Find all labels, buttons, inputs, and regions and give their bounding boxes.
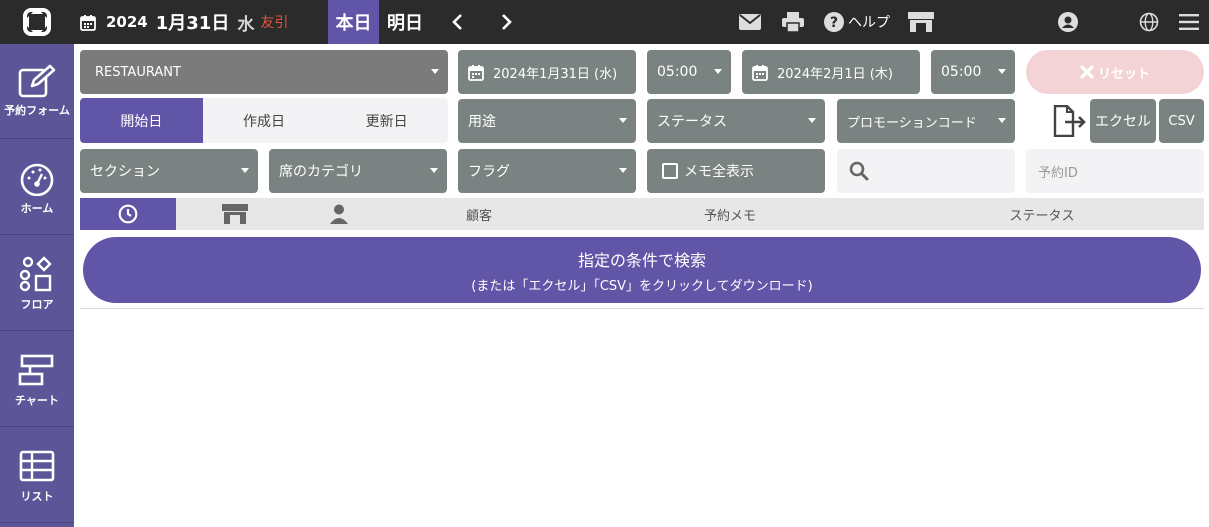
store-icon[interactable] <box>907 0 935 44</box>
floor-shapes-icon <box>19 256 52 292</box>
today-button[interactable]: 本日 <box>328 0 379 44</box>
prev-day-chevron-left-icon[interactable] <box>442 0 472 44</box>
export-file-icon <box>1050 99 1088 143</box>
seat-category-placeholder: 席のカテゴリ <box>279 164 363 180</box>
chevron-down-icon <box>808 118 816 123</box>
chevron-down-icon <box>619 118 627 123</box>
rokuyo-label: 友引 <box>260 15 289 31</box>
sidebar-item-reservation-form[interactable]: 予約フォーム <box>0 44 74 139</box>
reservation-memo-column-header[interactable]: 予約メモ <box>690 198 770 230</box>
sidebar-item-label: リスト <box>20 490 54 503</box>
status-select[interactable]: ステータス <box>647 99 825 143</box>
tab-updated-date[interactable]: 更新日 <box>325 98 448 143</box>
chevron-down-icon <box>714 69 722 74</box>
purpose-placeholder: 用途 <box>468 114 496 130</box>
top-bar: 2024 1月31日 水 友引 本日 明日 ? ヘルプ <box>0 0 1209 44</box>
venue-select-value: RESTAURANT <box>95 64 181 80</box>
section-placeholder: セクション <box>90 164 160 180</box>
search-button-sublabel: (または「エクセル」「CSV」をクリックしてダウンロード) <box>471 278 813 294</box>
sidebar-item-home[interactable]: ホーム <box>0 140 74 235</box>
reset-button[interactable]: リセット <box>1026 50 1204 94</box>
calendar-icon <box>752 64 768 81</box>
csv-export-button[interactable]: CSV <box>1159 99 1204 143</box>
promo-code-select[interactable]: プロモーションコード <box>837 99 1015 143</box>
seat-category-select[interactable]: 席のカテゴリ <box>269 149 447 193</box>
customer-column-header[interactable]: 顧客 <box>450 198 508 230</box>
sidebar-item-label: フロア <box>20 298 54 311</box>
calendar-icon <box>468 64 484 81</box>
divider <box>80 308 1204 309</box>
chevron-down-icon <box>619 168 627 173</box>
sidebar: 予約フォーム ホーム フロア チャート リスト <box>0 44 74 527</box>
sidebar-item-label: 予約フォーム <box>4 104 70 117</box>
start-date-picker[interactable]: 2024年1月31日 (水) <box>458 50 636 94</box>
start-date-value: 2024年1月31日 (水) <box>493 66 618 82</box>
next-day-chevron-right-icon[interactable] <box>492 0 522 44</box>
edit-icon <box>18 64 56 98</box>
current-weekday: 水 <box>237 14 255 35</box>
print-icon[interactable] <box>780 0 806 44</box>
chart-blocks-icon <box>18 354 54 386</box>
list-table-icon <box>19 450 55 482</box>
current-month-day: 1月31日 <box>155 13 230 34</box>
venue-select[interactable]: RESTAURANT <box>80 50 448 94</box>
search-icon <box>849 161 869 181</box>
sidebar-item-label: ホーム <box>20 202 54 215</box>
status-column-header[interactable]: ステータス <box>1000 198 1084 230</box>
app-logo-icon[interactable] <box>0 0 74 44</box>
sidebar-item-list[interactable]: リスト <box>0 428 74 523</box>
search-button-label: 指定の条件で検索 <box>577 250 706 270</box>
store-column-icon[interactable] <box>218 198 252 230</box>
person-column-icon[interactable] <box>326 198 352 230</box>
flag-placeholder: フラグ <box>468 164 510 180</box>
sidebar-item-label: チャート <box>15 394 59 407</box>
menu-hamburger-icon[interactable] <box>1178 0 1200 44</box>
search-by-conditions-button[interactable]: 指定の条件で検索 (または「エクセル」「CSV」をクリックしてダウンロード) <box>83 237 1201 303</box>
sidebar-item-floor[interactable]: フロア <box>0 236 74 331</box>
reservation-id-input[interactable]: 予約ID <box>1026 149 1204 193</box>
chevron-down-icon <box>998 118 1006 123</box>
tab-start-date[interactable]: 開始日 <box>80 98 203 143</box>
mail-icon[interactable] <box>738 0 762 44</box>
tab-created-date[interactable]: 作成日 <box>203 98 326 143</box>
end-time-select[interactable]: 05:00 <box>931 50 1015 94</box>
start-time-value: 05:00 <box>657 64 698 80</box>
close-x-icon <box>1080 65 1094 79</box>
chevron-down-icon <box>241 168 249 173</box>
reset-label: リセット <box>1097 66 1150 82</box>
tomorrow-button[interactable]: 明日 <box>381 0 429 44</box>
reservation-id-placeholder: 予約ID <box>1038 165 1078 181</box>
language-globe-icon[interactable] <box>1138 0 1160 44</box>
excel-export-button[interactable]: エクセル <box>1090 99 1156 143</box>
svg-text:?: ? <box>830 15 838 31</box>
end-date-picker[interactable]: 2024年2月1日 (木) <box>742 50 920 94</box>
purpose-select[interactable]: 用途 <box>458 99 636 143</box>
user-account-icon[interactable] <box>1057 0 1079 44</box>
end-time-value: 05:00 <box>941 64 982 80</box>
table-header-row: 顧客 予約メモ ステータス <box>80 198 1204 230</box>
help-button[interactable]: ? ヘルプ <box>824 0 890 44</box>
status-placeholder: ステータス <box>657 114 727 130</box>
chevron-down-icon <box>430 168 438 173</box>
chevron-down-icon <box>998 69 1006 74</box>
memo-all-checkbox[interactable]: メモ全表示 <box>647 149 825 193</box>
calendar-icon <box>80 14 96 31</box>
start-time-select[interactable]: 05:00 <box>647 50 731 94</box>
date-type-segmented-control: 開始日 作成日 更新日 <box>80 98 448 143</box>
memo-all-label: メモ全表示 <box>684 164 754 180</box>
chevron-down-icon <box>431 69 439 74</box>
sort-time-clock-icon[interactable] <box>80 198 176 230</box>
help-label: ヘルプ <box>848 15 890 31</box>
current-year: 2024 <box>106 13 148 31</box>
keyword-search-input[interactable] <box>837 149 1015 193</box>
promo-placeholder: プロモーションコード <box>847 115 977 131</box>
checkbox-square-icon <box>662 163 678 179</box>
help-question-icon: ? <box>824 12 844 32</box>
end-date-value: 2024年2月1日 (木) <box>777 66 893 82</box>
gauge-icon <box>20 163 54 196</box>
flag-select[interactable]: フラグ <box>458 149 636 193</box>
section-select[interactable]: セクション <box>80 149 258 193</box>
current-date[interactable]: 2024 1月31日 水 友引 <box>80 0 288 44</box>
sidebar-item-chart[interactable]: チャート <box>0 332 74 427</box>
